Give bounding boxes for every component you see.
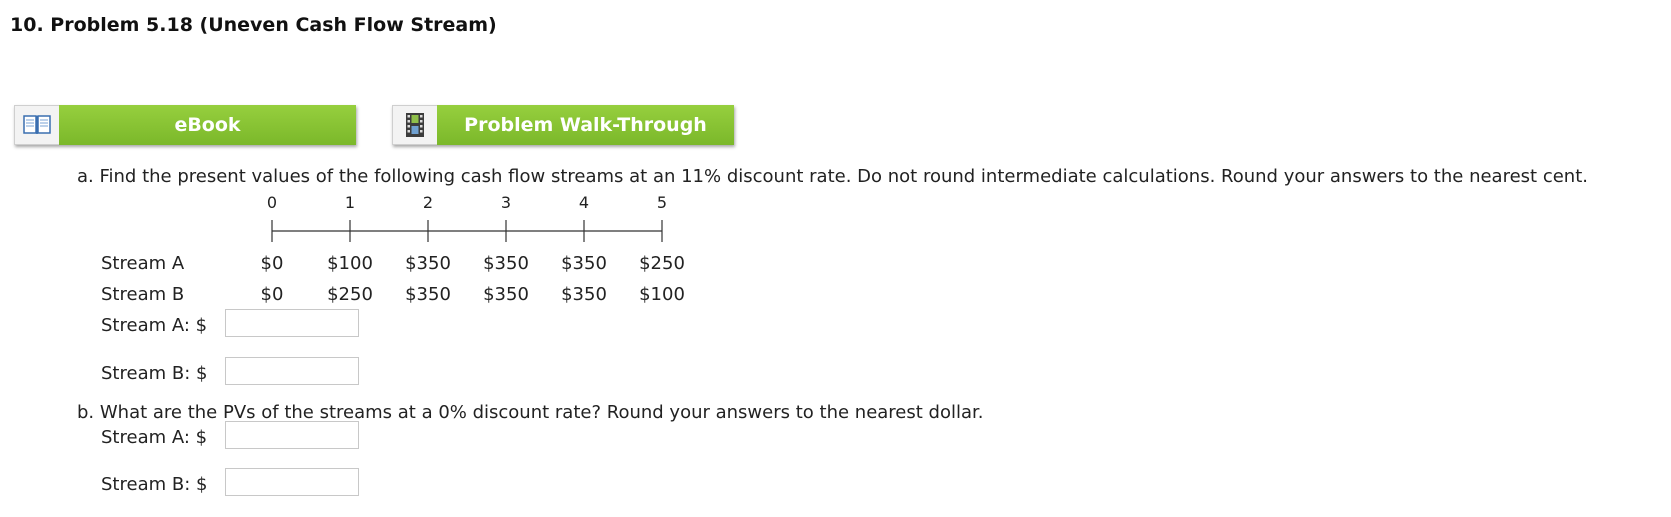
period-label: 2: [422, 193, 434, 212]
book-icon: [14, 105, 59, 145]
period-label: 0: [266, 193, 278, 212]
period-label: 3: [500, 193, 512, 212]
part-a-question: a. Find the present values of the follow…: [77, 166, 1588, 187]
part-a-stream-b-label: Stream B: $: [101, 363, 208, 384]
stream-a-cash-flow: $350: [561, 253, 607, 274]
period-label: 4: [578, 193, 590, 212]
stream-a-label: Stream A: [101, 253, 185, 274]
stream-b-cash-flow: $100: [639, 284, 685, 305]
stream-b-cash-flow: $0: [260, 284, 284, 305]
part-b-stream-b-input[interactable]: [225, 468, 359, 496]
period-label: 5: [656, 193, 668, 212]
stream-b-cash-flow: $350: [561, 284, 607, 305]
stream-b-cash-flow: $350: [405, 284, 451, 305]
stream-b-label: Stream B: [101, 284, 185, 305]
problem-walkthrough-button[interactable]: Problem Walk-Through: [392, 105, 734, 145]
part-b-stream-a-label: Stream A: $: [101, 427, 208, 448]
stream-a-cash-flow: $350: [405, 253, 451, 274]
stream-b-cash-flow: $350: [483, 284, 529, 305]
period-label: 1: [344, 193, 356, 212]
stream-a-cash-flow: $100: [327, 253, 373, 274]
stream-b-cash-flow: $250: [327, 284, 373, 305]
ebook-button[interactable]: eBook: [14, 105, 356, 145]
part-b-stream-a-input[interactable]: [225, 421, 359, 449]
stream-a-cash-flow: $250: [639, 253, 685, 274]
ebook-button-label: eBook: [59, 105, 356, 145]
part-a-stream-b-input[interactable]: [225, 357, 359, 385]
part-b-question: b. What are the PVs of the streams at a …: [77, 402, 984, 423]
film-icon: [392, 105, 437, 145]
part-a-stream-a-input[interactable]: [225, 309, 359, 337]
stream-a-cash-flow: $350: [483, 253, 529, 274]
problem-walkthrough-button-label: Problem Walk-Through: [437, 105, 734, 145]
problem-title: 10. Problem 5.18 (Uneven Cash Flow Strea…: [10, 14, 497, 36]
part-b-stream-b-label: Stream B: $: [101, 474, 208, 495]
part-a-stream-a-label: Stream A: $: [101, 315, 208, 336]
stream-a-cash-flow: $0: [260, 253, 284, 274]
